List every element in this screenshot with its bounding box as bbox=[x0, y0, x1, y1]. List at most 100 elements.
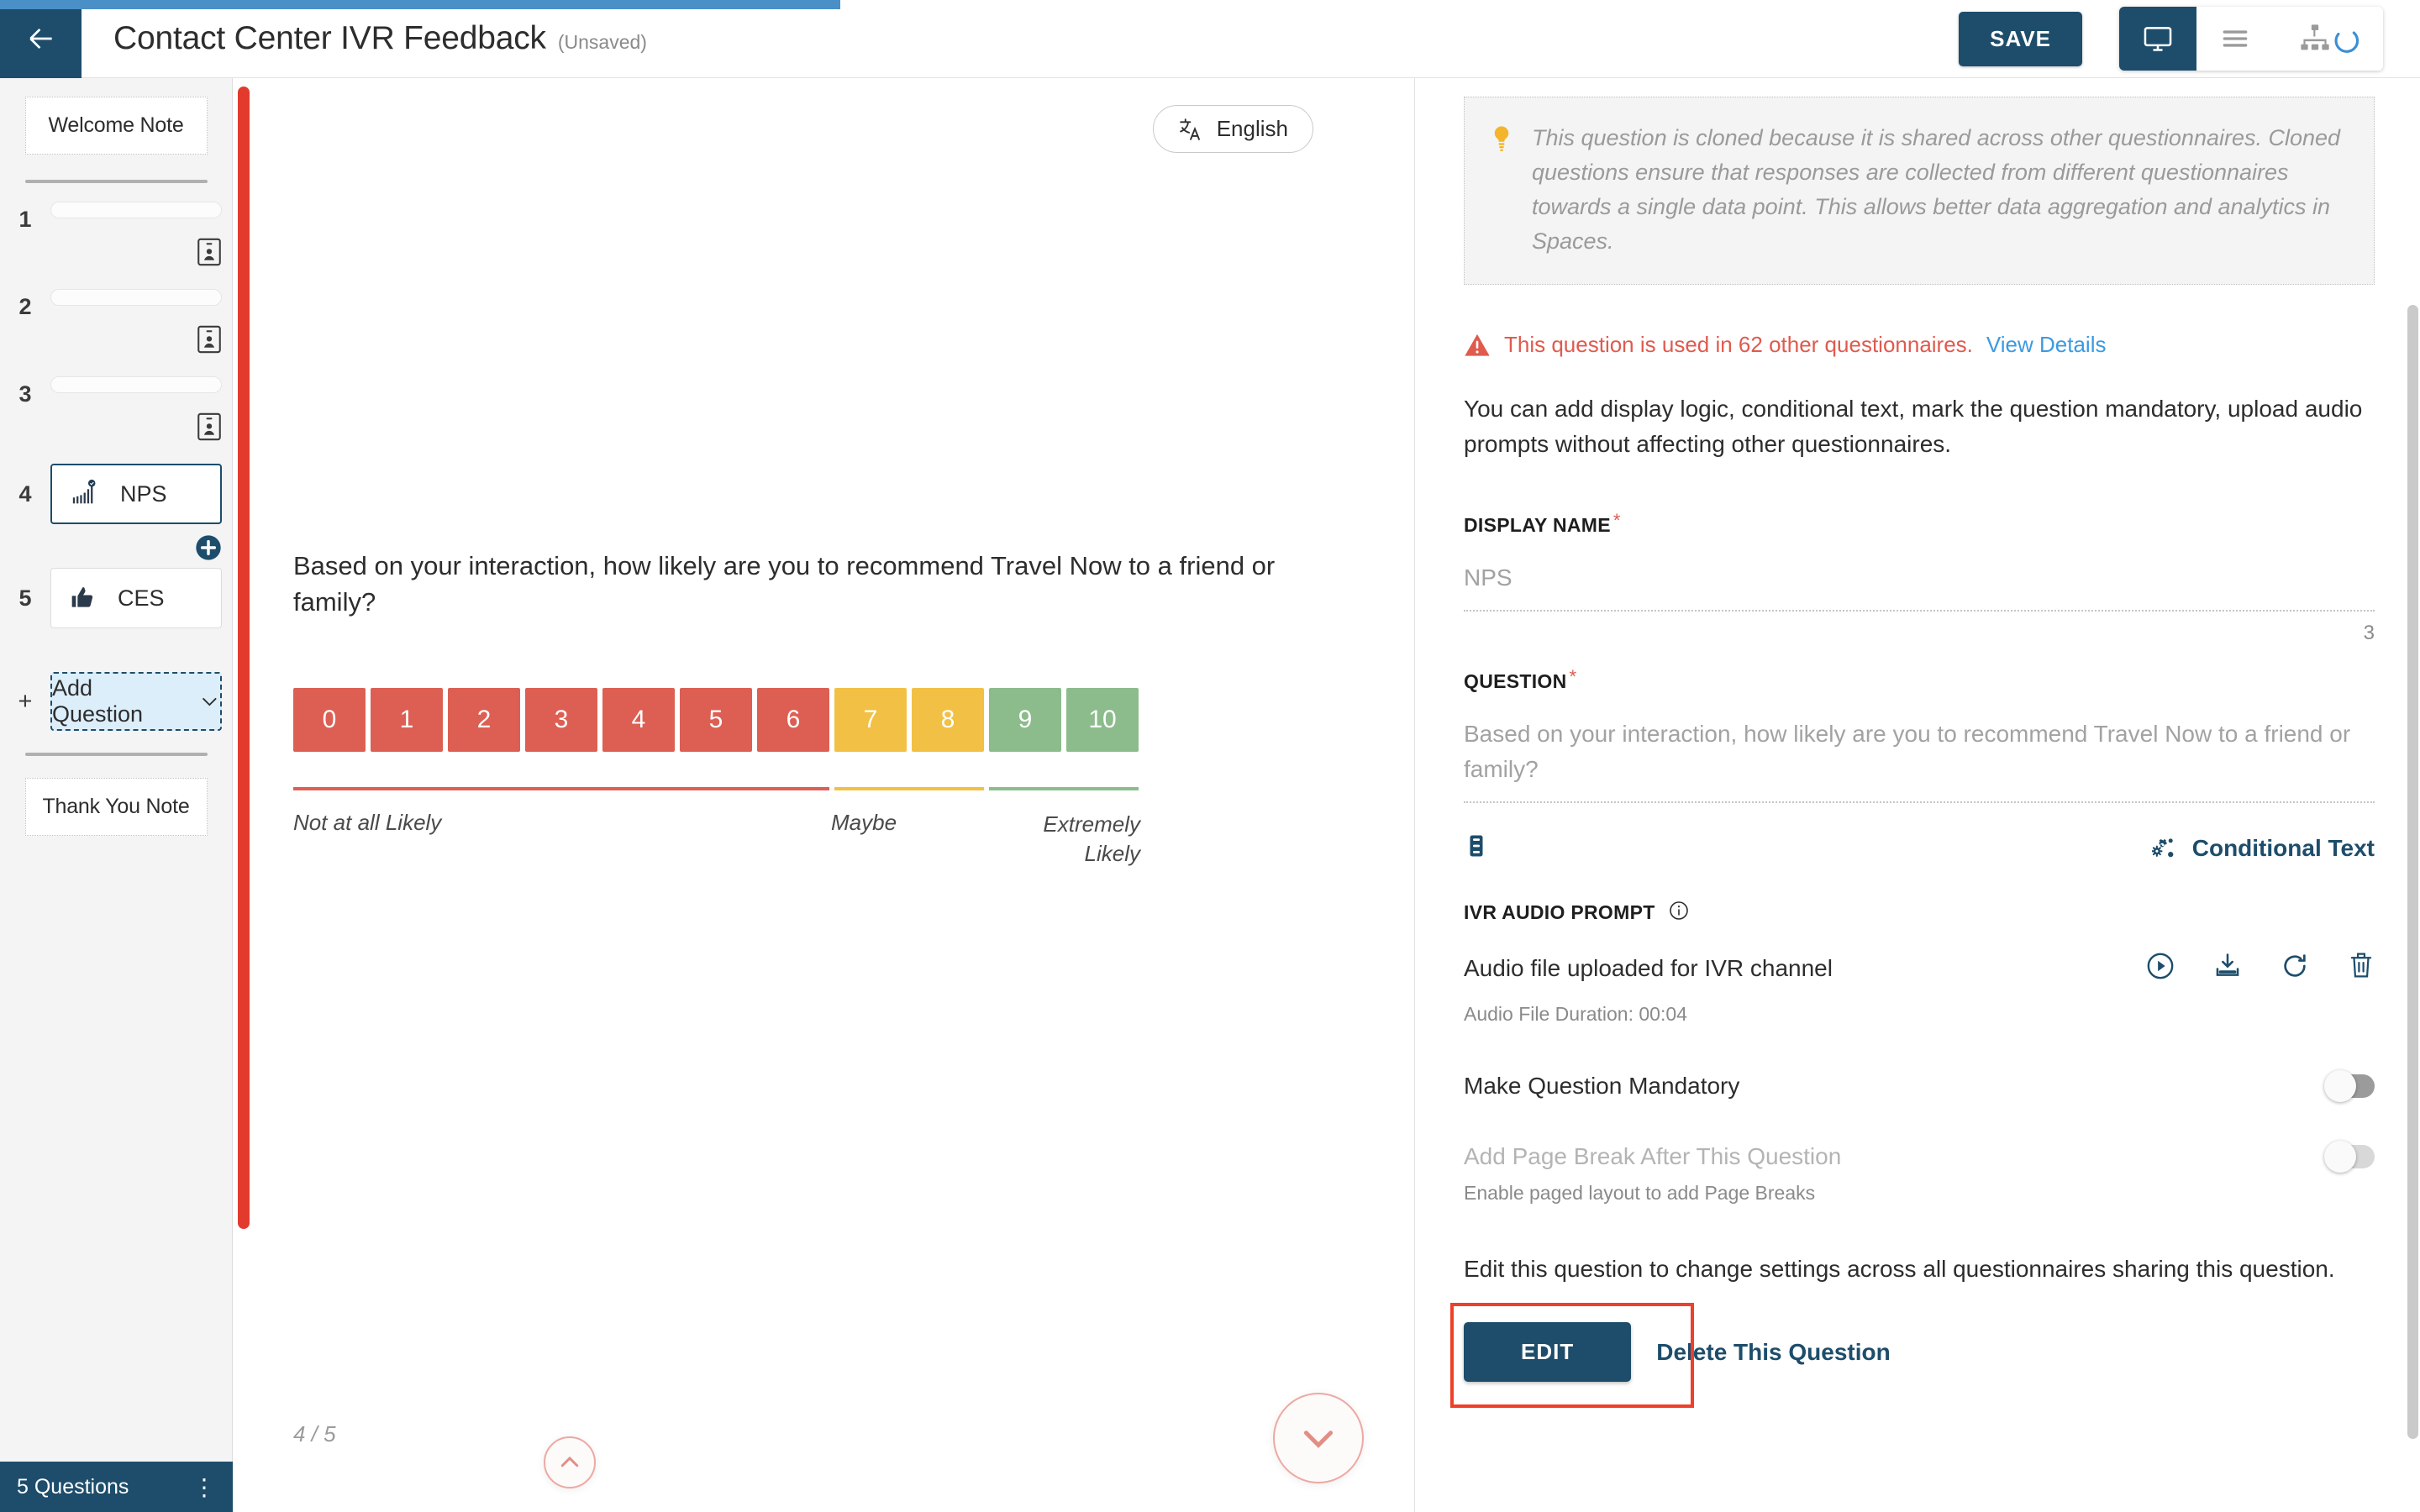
nps-option-1[interactable]: 1 bbox=[371, 687, 443, 752]
sidebar-item-number: 5 bbox=[18, 585, 32, 611]
nps-option-3[interactable]: 3 bbox=[525, 687, 597, 752]
conditional-text-label: Conditional Text bbox=[2191, 834, 2375, 861]
question-settings-panel: This question is cloned because it is sh… bbox=[1417, 78, 2420, 1512]
mandatory-label: Make Question Mandatory bbox=[1464, 1073, 1740, 1100]
nps-option-6[interactable]: 6 bbox=[757, 687, 829, 752]
sidebar-item-ces[interactable]: CES bbox=[50, 568, 222, 628]
sidebar-item-number: 3 bbox=[18, 381, 32, 407]
app-header: Contact Center IVR Feedback (Unsaved) SA… bbox=[0, 0, 2420, 78]
cloned-question-info-box: This question is cloned because it is sh… bbox=[1464, 97, 2375, 286]
sidebar-skeleton[interactable] bbox=[50, 376, 222, 441]
sidebar-skeleton-bar bbox=[50, 289, 222, 306]
audio-duration-text: Audio File Duration: 00:04 bbox=[1464, 1003, 1687, 1026]
nps-option-9[interactable]: 9 bbox=[989, 687, 1061, 752]
sidebar-skeleton-bar bbox=[50, 202, 222, 218]
sidebar-placeholder-row: 3 bbox=[0, 376, 232, 445]
pagebreak-toggle[interactable] bbox=[2324, 1141, 2375, 1173]
ivr-audio-group: IVR AUDIO PROMPT Audio file uploaded for… bbox=[1464, 863, 2375, 1026]
mandatory-toggle-row: Make Question Mandatory bbox=[1464, 1070, 2375, 1103]
piping-text-icon bbox=[1470, 835, 1483, 857]
sidebar-thank-you-note[interactable]: Thank You Note bbox=[24, 778, 208, 836]
sidebar-item-number: 2 bbox=[18, 294, 32, 319]
ivr-info-button[interactable] bbox=[1669, 901, 1689, 924]
piping-text-button[interactable] bbox=[1464, 833, 1489, 863]
previous-question-button[interactable] bbox=[544, 1436, 596, 1488]
nps-option-8[interactable]: 8 bbox=[912, 687, 984, 752]
gears-icon bbox=[2151, 837, 2174, 857]
sidebar-footer: 5 Questions ⋮ bbox=[0, 1462, 233, 1512]
audio-action-icons bbox=[2146, 952, 2375, 984]
save-button[interactable]: SAVE bbox=[1959, 11, 2082, 66]
sidebar-item-label: CES bbox=[118, 585, 165, 611]
display-name-input[interactable]: NPS bbox=[1464, 560, 2375, 612]
nps-underline-segment bbox=[293, 786, 829, 790]
question-input[interactable]: Based on your interaction, how likely ar… bbox=[1464, 717, 2375, 804]
conditional-text-button[interactable]: Conditional Text bbox=[2151, 834, 2375, 862]
questionnaire-preview: English Based on your interaction, how l… bbox=[252, 78, 1415, 1512]
pagebreak-hint: Enable paged layout to add Page Breaks bbox=[1464, 1182, 1816, 1205]
lightbulb-icon bbox=[1490, 124, 1513, 259]
nps-option-10[interactable]: 10 bbox=[1066, 687, 1139, 752]
toggle-knob bbox=[2324, 1141, 2356, 1173]
loading-spinner-icon bbox=[2334, 31, 2359, 53]
title-wrap: Contact Center IVR Feedback (Unsaved) bbox=[113, 20, 647, 57]
sidebar-skeleton[interactable] bbox=[50, 289, 222, 354]
sidebar-welcome-note[interactable]: Welcome Note bbox=[24, 97, 208, 155]
view-details-link[interactable]: View Details bbox=[1986, 332, 2107, 358]
add-question-inline-button[interactable] bbox=[195, 534, 222, 565]
question-count-label: 5 Questions bbox=[17, 1474, 129, 1499]
edit-button[interactable]: EDIT bbox=[1464, 1322, 1632, 1383]
audio-file-row: Audio file uploaded for IVR channel bbox=[1464, 952, 2375, 984]
nps-underline-segment bbox=[834, 786, 984, 790]
audio-refresh-button[interactable] bbox=[2281, 952, 2309, 984]
thumbs-up-icon bbox=[71, 587, 93, 607]
app-root: Contact Center IVR Feedback (Unsaved) SA… bbox=[0, 0, 2420, 1512]
contact-card-icon bbox=[197, 238, 221, 266]
audio-delete-button[interactable] bbox=[2348, 952, 2375, 984]
add-question-marker: + bbox=[18, 687, 33, 715]
cloned-question-info-text: This question is cloned because it is sh… bbox=[1532, 125, 2341, 255]
arrow-left-icon bbox=[29, 28, 52, 50]
nps-underline bbox=[293, 786, 1140, 790]
monitor-icon bbox=[2144, 27, 2172, 51]
refresh-icon bbox=[2284, 954, 2306, 977]
back-button[interactable] bbox=[0, 0, 82, 78]
mandatory-toggle[interactable] bbox=[2324, 1070, 2375, 1103]
nps-option-2[interactable]: 2 bbox=[448, 687, 520, 752]
panel-description: You can add display logic, conditional t… bbox=[1464, 396, 2363, 458]
add-question-button[interactable]: Add Question bbox=[50, 672, 222, 731]
sidebar-item-nps[interactable]: NPS bbox=[50, 464, 222, 524]
nps-anchor-labels: Not at all Likely Maybe Extremely Likely bbox=[293, 810, 1140, 870]
add-question-label: Add Question bbox=[52, 675, 144, 727]
desktop-preview-button[interactable] bbox=[2119, 7, 2196, 71]
usage-warning-row: This question is used in 62 other questi… bbox=[1464, 332, 2375, 358]
menu-button[interactable] bbox=[2196, 7, 2274, 71]
language-selector[interactable]: English bbox=[1152, 105, 1313, 153]
next-question-button[interactable] bbox=[1273, 1393, 1364, 1483]
audio-download-button[interactable] bbox=[2213, 952, 2242, 984]
sitemap-button[interactable] bbox=[2274, 7, 2383, 71]
nps-option-0[interactable]: 0 bbox=[293, 687, 366, 752]
sidebar-skeleton-bar bbox=[50, 376, 222, 393]
display-name-field-group: DISPLAY NAME * NPS 3 bbox=[1464, 462, 2375, 645]
translate-icon bbox=[1179, 118, 1200, 140]
contact-card-icon bbox=[197, 325, 221, 354]
sidebar-divider-bottom bbox=[24, 753, 208, 756]
kebab-menu-icon[interactable]: ⋮ bbox=[192, 1473, 216, 1501]
panel-scrollbar[interactable] bbox=[2407, 305, 2418, 1439]
nps-option-7[interactable]: 7 bbox=[834, 687, 907, 752]
edit-description: Edit this question to change settings ac… bbox=[1464, 1256, 2335, 1283]
sidebar-skeleton[interactable] bbox=[50, 202, 222, 266]
question-settings-inner: This question is cloned because it is sh… bbox=[1417, 78, 2420, 1409]
audio-play-button[interactable] bbox=[2146, 952, 2175, 984]
nps-label-high: Extremely Likely bbox=[1043, 811, 1140, 867]
display-name-char-count: 3 bbox=[2363, 622, 2375, 645]
nps-option-4[interactable]: 4 bbox=[602, 687, 675, 752]
sidebar-scrollbar[interactable] bbox=[238, 87, 250, 1229]
delete-question-link[interactable]: Delete This Question bbox=[1656, 1339, 1891, 1366]
pagebreak-toggle-row: Add Page Break After This Question bbox=[1464, 1141, 2375, 1173]
ivr-audio-label: IVR AUDIO PROMPT bbox=[1464, 901, 1655, 924]
sidebar-question-row-nps: 4 NPS bbox=[0, 464, 232, 560]
nps-label-mid: Maybe bbox=[831, 809, 897, 835]
nps-option-5[interactable]: 5 bbox=[680, 687, 752, 752]
